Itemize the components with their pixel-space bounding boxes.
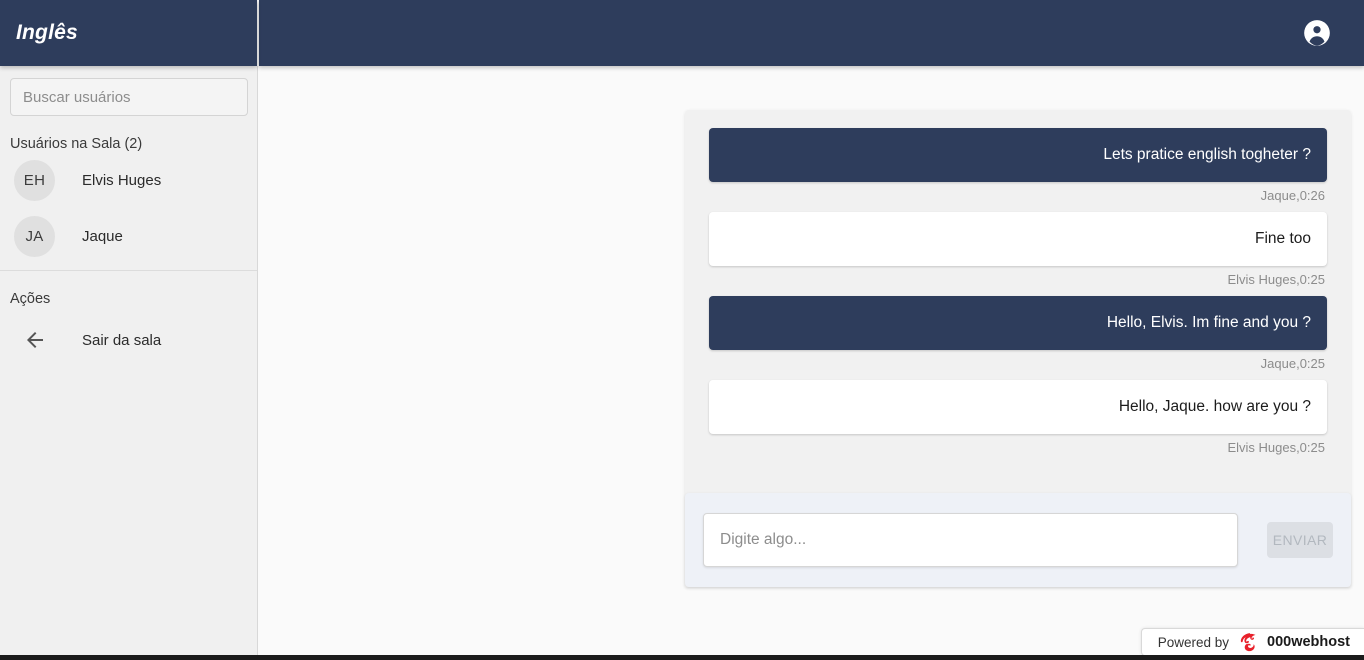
powered-by-badge[interactable]: Powered by 000webhost [1140,628,1364,656]
account-circle-icon[interactable] [1302,18,1332,48]
user-name: Jaque [82,227,123,245]
message-composer: ENVIAR [685,493,1351,587]
message-meta: Jaque,0:26 [1260,188,1325,203]
message-bubble: Hello, Jaque. how are you ? [709,380,1327,434]
message-list: Lets pratice english togheter ? Jaque,0:… [685,110,1351,476]
sidebar: Usuários na Sala (2) EH Elvis Huges JA J… [0,66,258,660]
list-item-user-0[interactable]: EH Elvis Huges [0,152,257,208]
sidebar-item-label: Sair da sala [82,331,162,349]
message-item: Lets pratice english togheter ? Jaque,0:… [709,128,1327,203]
list-item-user-1[interactable]: JA Jaque [0,208,257,264]
main-header [259,0,1364,66]
actions-section-label: Ações [10,291,51,307]
avatar: JA [14,215,55,257]
chat-panel: Lets pratice english togheter ? Jaque,0:… [685,110,1351,587]
message-item: Fine too Elvis Huges,0:25 [709,212,1327,287]
message-meta: Elvis Huges,0:25 [1227,440,1325,455]
message-bubble: Hello, Elvis. Im fine and you ? [709,296,1327,350]
powered-by-label: Powered by [1157,634,1229,650]
message-meta: Jaque,0:25 [1260,356,1325,371]
search-container [0,66,257,116]
message-bubble: Lets pratice english togheter ? [709,128,1327,182]
message-meta: Elvis Huges,0:25 [1227,272,1325,287]
chat-app: Inglês Usuários na Sala (2) EH Elvis Hug… [0,0,1364,660]
search-input[interactable] [10,78,248,116]
sidebar-header: Inglês [0,0,257,66]
send-button[interactable]: ENVIAR [1267,522,1333,558]
bottom-bar [0,655,1364,660]
message-item: Hello, Jaque. how are you ? Elvis Huges,… [709,380,1327,455]
sidebar-item-leave-room[interactable]: Sair da sala [0,313,257,367]
users-section-label: Usuários na Sala (2) [10,136,143,152]
user-name: Elvis Huges [82,171,162,189]
webhost-brand: 000webhost [1267,634,1350,650]
message-bubble: Fine too [709,212,1327,266]
main-content: Lets pratice english togheter ? Jaque,0:… [259,66,1364,660]
message-item: Hello, Elvis. Im fine and you ? Jaque,0:… [709,296,1327,371]
webhost-flame-icon [1238,632,1260,652]
message-input[interactable] [703,513,1238,567]
avatar: EH [14,159,55,201]
page-title: Inglês [16,21,78,44]
arrow-back-icon [14,328,55,352]
